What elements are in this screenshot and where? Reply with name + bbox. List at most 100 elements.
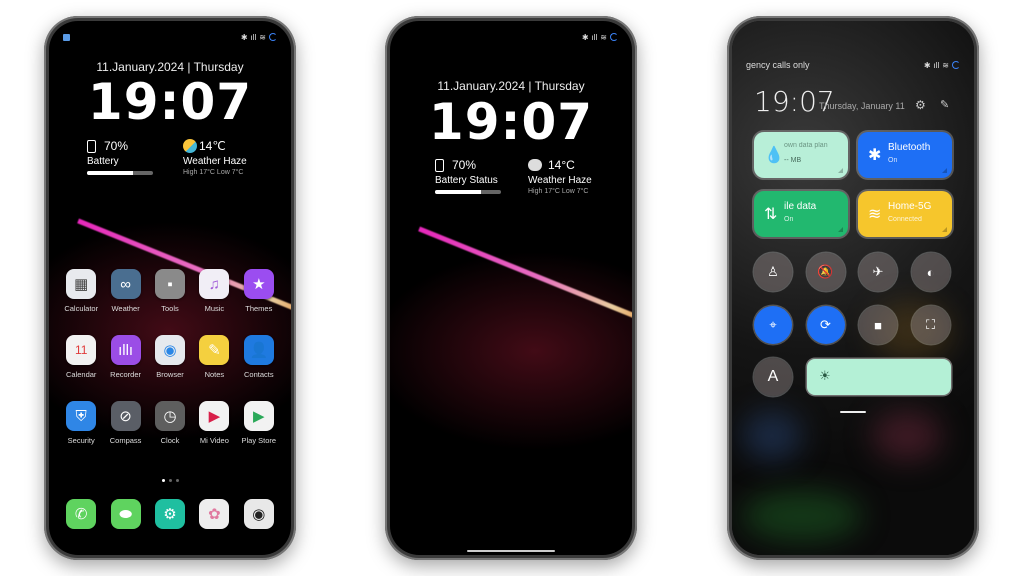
weather-widget[interactable]: 14℃ Weather Haze High 17°C Low 7°C [183, 139, 247, 176]
wifi-icon: ≋ [942, 60, 949, 70]
tile-bluetooth[interactable]: ✱ Bluetooth On [858, 132, 952, 178]
battery-bar-fill [87, 171, 134, 175]
clock-icon: ◷ [154, 401, 185, 431]
gallery-icon[interactable]: ✿ [199, 499, 230, 529]
wifi-icon: ≋ [259, 32, 266, 42]
messages-icon[interactable]: ⬬ [110, 499, 141, 529]
blur-blob [742, 491, 862, 541]
music-icon: ♫ [199, 269, 230, 299]
video-play-icon: ▶ [199, 401, 230, 431]
status-bar: ✱ ıll ≋ [63, 31, 277, 43]
page-dot[interactable] [161, 479, 165, 482]
tile-wifi[interactable]: ≋ Home-5G Connected [858, 191, 952, 237]
battery-bar [435, 190, 501, 194]
expand-corner-icon[interactable] [942, 168, 947, 173]
page-dot[interactable] [168, 479, 172, 482]
expand-corner-icon[interactable] [838, 227, 843, 232]
page-indicator[interactable] [49, 479, 291, 482]
app-calendar[interactable]: 11 Calendar [59, 335, 103, 379]
settings-gear-icon[interactable]: ⚙ [915, 98, 926, 112]
calculator-icon: ▦ [66, 269, 97, 299]
tile-subtitle: Connected [888, 216, 922, 223]
tile-subtitle: On [888, 157, 898, 164]
wifi-icon: ≋ [868, 206, 882, 223]
expand-corner-icon[interactable] [942, 227, 947, 232]
water-drop-icon: 💧 [764, 147, 784, 164]
flashlight-icon: ♙ [767, 264, 779, 279]
auto-brightness-button[interactable]: A [754, 358, 792, 396]
app-label: Calendar [65, 370, 97, 379]
phone-lock-screen: ✱ ıll ≋ 11.January.2024 | Thursday 19:07… [385, 16, 637, 560]
battery-widget[interactable]: 70% Battery [87, 139, 153, 175]
clock-time: 19:07 [87, 73, 253, 131]
security-shield-icon: ⛨ [66, 401, 97, 431]
app-compass[interactable]: ⊘ Compass [103, 401, 147, 445]
handle-bar[interactable] [840, 411, 866, 413]
app-browser[interactable]: ◉ Browser [148, 335, 192, 379]
tile-mobile-data-arrows[interactable]: ⇅ ile data On [754, 191, 848, 237]
tile-title: Home-5G [888, 201, 932, 212]
screenshot-scan-button[interactable]: ⛶ [911, 306, 950, 344]
lock-screen: ✱ ıll ≋ 11.January.2024 | Thursday 19:07… [390, 21, 632, 555]
app-clock[interactable]: ◷ Clock [148, 401, 192, 445]
bluetooth-icon: ✱ [923, 60, 931, 70]
dark-mode-button[interactable]: ◐ [911, 253, 950, 291]
app-label: Clock [160, 436, 180, 445]
clock-time: 19:07 [428, 93, 594, 151]
weather-widget[interactable]: 14°C Weather Haze High 17°C Low 7°C [528, 158, 592, 195]
settings-gear-icon[interactable]: ⚙ [154, 499, 185, 529]
app-contacts[interactable]: 👤 Contacts [237, 335, 281, 379]
app-calculator[interactable]: ▦ Calculator [59, 269, 103, 313]
blur-blob [742, 411, 802, 461]
app-label: Calculator [64, 304, 99, 313]
date-text: Thursday, January 11 [819, 101, 905, 111]
battery-percent: 70% [104, 139, 129, 153]
app-mi-video[interactable]: ▶ Mi Video [192, 401, 236, 445]
bluetooth-icon: ✱ [240, 32, 248, 42]
location-icon: ⌖ [769, 317, 777, 332]
home-indicator[interactable] [467, 550, 555, 552]
cloud-icon [528, 159, 542, 171]
camera-icon[interactable]: ◉ [243, 499, 274, 529]
tile-water-drop[interactable]: 💧 own data plan -- MB [754, 132, 848, 178]
mute-icon: 🔕 [817, 264, 834, 279]
weather-icon: ∞ [110, 269, 141, 299]
location-button[interactable]: ⌖ [754, 306, 792, 344]
app-security[interactable]: ⛨ Security [59, 401, 103, 445]
app-music[interactable]: ♫ Music [192, 269, 236, 313]
battery-bar [87, 171, 153, 175]
brightness-slider[interactable]: ☀ [807, 359, 951, 395]
app-label: Browser [156, 370, 184, 379]
recorder-icon: ıllı [110, 335, 141, 365]
phone-icon[interactable]: ✆ [66, 499, 97, 529]
app-notes[interactable]: ✎ Notes [192, 335, 236, 379]
screenshot-scan-icon: ⛶ [925, 317, 936, 332]
notes-pencil-icon: ✎ [199, 335, 230, 365]
battery-icon [435, 158, 444, 172]
rotation-lock-button[interactable]: ⟳ [806, 306, 845, 344]
notification-square-icon [63, 33, 70, 41]
phone-home-screen: ✱ ıll ≋ 11.January.2024 | Thursday 19:07… [44, 16, 296, 560]
sync-ring-icon [952, 61, 960, 69]
battery-widget[interactable]: 70% Battery Status [435, 158, 501, 194]
app-recorder[interactable]: ıllı Recorder [103, 335, 147, 379]
edit-icon[interactable]: ✎ [940, 98, 949, 111]
screen-record-icon: ■ [874, 317, 882, 333]
mute-button[interactable]: 🔕 [806, 253, 845, 291]
expand-corner-icon[interactable] [838, 168, 843, 173]
home-screen: ✱ ıll ≋ 11.January.2024 | Thursday 19:07… [49, 21, 291, 555]
app-weather[interactable]: ∞ Weather [103, 269, 147, 313]
screen-record-button[interactable]: ■ [859, 306, 897, 344]
app-play-store[interactable]: ▶ Play Store [237, 401, 281, 445]
page-dot[interactable] [175, 479, 179, 482]
battery-label: Battery [87, 156, 119, 167]
battery-bar-fill [435, 190, 482, 194]
app-label: Security [67, 436, 95, 445]
app-themes[interactable]: ★ Themes [237, 269, 281, 313]
app-label: Contacts [243, 370, 274, 379]
flashlight-button[interactable]: ♙ [754, 253, 792, 291]
airplane-mode-button[interactable]: ✈ [859, 253, 897, 291]
app-tools[interactable]: ▪ Tools [148, 269, 192, 313]
bluetooth-icon: ✱ [868, 147, 882, 164]
phone-control-center: gency calls only ✱ ıll ≋ 19:07 Thursday,… [727, 16, 979, 560]
